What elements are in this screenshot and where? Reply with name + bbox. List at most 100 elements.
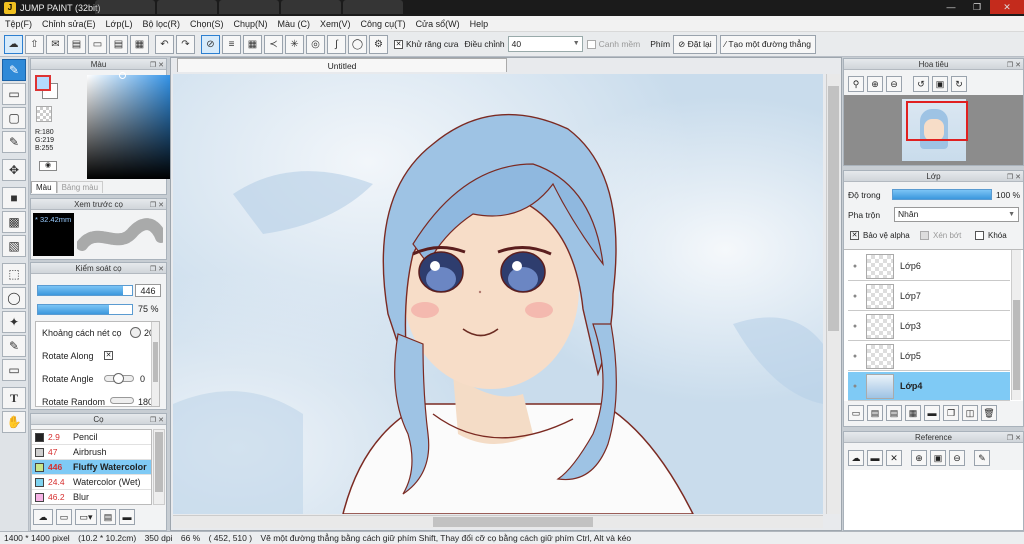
brush-download-icon[interactable]: ☁ — [33, 509, 53, 525]
brush-item-watercolor-wet[interactable]: 24.4 Watercolor (Wet) — [32, 475, 151, 490]
menu-select[interactable]: Chọn(S) — [185, 19, 229, 29]
gradient-tool-icon[interactable]: ▧ — [2, 235, 26, 257]
fill-shape-tool-icon[interactable]: ■ — [2, 187, 26, 209]
canvas-horizontal-scrollbar[interactable] — [173, 515, 823, 528]
close-button[interactable]: ✕ — [990, 0, 1024, 14]
protect-alpha-checkbox[interactable]: ✕ — [850, 231, 859, 240]
foreground-color-swatch[interactable] — [35, 75, 51, 91]
new-layer-icon[interactable]: ▭ — [848, 405, 864, 421]
blend-mode-select[interactable]: Nhân ▼ — [894, 207, 1019, 222]
panel-float-close-icon[interactable]: ❐ ✕ — [1007, 433, 1021, 444]
rotate-right-icon[interactable]: ↻ — [951, 76, 967, 92]
drawing-canvas[interactable] — [173, 74, 823, 514]
panel-float-close-icon[interactable]: ❐ ✕ — [150, 264, 164, 275]
line-tool-icon[interactable]: ✎ — [2, 131, 26, 153]
zoom-fit-icon[interactable]: ⚲ — [848, 76, 864, 92]
clip-checkbox[interactable] — [920, 231, 929, 240]
reference-open-icon[interactable]: ▬ — [867, 450, 883, 466]
menu-view[interactable]: Xem(V) — [315, 19, 356, 29]
eraser-tool-icon[interactable]: ▭ — [2, 83, 26, 105]
snap-ellipse-icon[interactable]: ◯ — [348, 34, 367, 54]
lock-checkbox[interactable] — [975, 231, 984, 240]
tab-color[interactable]: Màu — [31, 181, 57, 193]
opacity-slider[interactable] — [37, 304, 133, 315]
minimize-button[interactable]: — — [938, 0, 964, 14]
undo-icon[interactable]: ↶ — [155, 34, 174, 54]
size-input[interactable]: 446 — [135, 284, 161, 297]
reference-zoom-out-icon[interactable]: ⊖ — [949, 450, 965, 466]
navigator-viewport-frame[interactable] — [906, 101, 968, 141]
comment-icon[interactable]: ✉ — [46, 34, 65, 54]
snap-circle-icon[interactable]: ◎ — [306, 34, 325, 54]
layer-row[interactable]: ● Lớp6 — [848, 252, 1010, 281]
new-8bit-layer-icon[interactable]: ▤ — [886, 405, 902, 421]
snap-perspective-icon[interactable]: ≺ — [264, 34, 283, 54]
saturation-value-picker[interactable] — [87, 72, 179, 179]
snap-radial-icon[interactable]: ✳ — [285, 34, 304, 54]
visibility-icon[interactable]: ● — [848, 263, 862, 270]
brush-item-blur[interactable]: 46.2 Blur — [32, 490, 151, 504]
new-halftone-layer-icon[interactable]: ▤ — [867, 405, 883, 421]
new-1bit-layer-icon[interactable]: ▦ — [905, 405, 921, 421]
reference-fit-icon[interactable]: ▣ — [930, 450, 946, 466]
layer-row[interactable]: ● Lớp5 — [848, 342, 1010, 371]
select-eraser-tool-icon[interactable]: ▭ — [2, 359, 26, 381]
straight-line-button[interactable]: ∕ Tạo một đường thẳng — [719, 34, 816, 54]
rotate-random-slider[interactable] — [110, 397, 134, 404]
menu-window[interactable]: Cửa sổ(W) — [411, 19, 465, 29]
magic-wand-tool-icon[interactable]: ✦ — [2, 311, 26, 333]
brush-item-airbrush[interactable]: 47 Airbrush — [32, 445, 151, 460]
snap-grid-icon[interactable]: ▦ — [243, 34, 262, 54]
adjust-select[interactable]: 40 ▼ — [507, 36, 583, 52]
menu-color[interactable]: Màu (C) — [273, 19, 316, 29]
settings-scrollbar[interactable] — [151, 322, 159, 406]
export-icon[interactable]: ⇧ — [25, 34, 44, 54]
panel-float-close-icon[interactable]: ❐ ✕ — [1007, 60, 1021, 71]
page-icon[interactable]: ▤ — [109, 34, 128, 54]
text-tool-icon[interactable]: T — [2, 387, 26, 409]
brush-tool-icon[interactable]: ✎ — [2, 59, 26, 81]
lasso-tool-icon[interactable]: ◯ — [2, 287, 26, 309]
reference-cloud-icon[interactable]: ☁ — [848, 450, 864, 466]
merge-layer-icon[interactable]: ◫ — [962, 405, 978, 421]
move-tool-icon[interactable]: ✥ — [2, 159, 26, 181]
menu-filter[interactable]: Bộ lọc(R) — [137, 19, 185, 29]
navigator-view[interactable] — [844, 95, 1023, 165]
visibility-icon[interactable]: ● — [848, 293, 862, 300]
visibility-icon[interactable]: ● — [848, 323, 862, 330]
new-brush-icon[interactable]: ▭ — [56, 509, 72, 525]
layer-row-selected[interactable]: ● Lớp4 — [848, 372, 1010, 401]
rectangle-tool-icon[interactable]: ▢ — [2, 107, 26, 129]
zoom-out-icon[interactable]: ⊖ — [886, 76, 902, 92]
menu-tools[interactable]: Công cụ(T) — [356, 19, 411, 29]
layer-opacity-slider[interactable] — [892, 189, 992, 200]
reset-button[interactable]: ⊘ Đặt lại — [673, 34, 717, 54]
bucket-tool-icon[interactable]: ▩ — [2, 211, 26, 233]
visibility-icon[interactable]: ● — [848, 383, 862, 390]
smooth-checkbox[interactable] — [586, 39, 596, 49]
antialias-checkbox[interactable]: ✕ — [394, 39, 403, 49]
visibility-icon[interactable]: ● — [848, 353, 862, 360]
menu-file[interactable]: Tệp(F) — [0, 19, 37, 29]
eye-icon[interactable]: ◉ — [39, 161, 57, 171]
fit-window-icon[interactable]: ▣ — [932, 76, 948, 92]
reference-view[interactable] — [844, 470, 1023, 530]
panel-float-close-icon[interactable]: ❐ ✕ — [150, 60, 164, 71]
panel-float-close-icon[interactable]: ❐ ✕ — [150, 200, 164, 211]
menu-edit[interactable]: Chỉnh sửa(E) — [37, 19, 101, 29]
layer-list-scrollbar[interactable] — [1011, 250, 1021, 400]
layer-folder-icon[interactable]: ▬ — [924, 405, 940, 421]
cloud-icon[interactable]: ☁ — [4, 34, 23, 54]
message-icon[interactable]: ▤ — [67, 34, 86, 54]
document-tab[interactable]: Untitled — [177, 58, 507, 72]
rotate-left-icon[interactable]: ↺ — [913, 76, 929, 92]
menu-layer[interactable]: Lớp(L) — [101, 19, 138, 29]
reference-zoom-in-icon[interactable]: ⊕ — [911, 450, 927, 466]
select-rect-tool-icon[interactable]: ⬚ — [2, 263, 26, 285]
snap-parallel-icon[interactable]: ≡ — [222, 34, 241, 54]
sv-cursor[interactable] — [119, 72, 126, 79]
snap-curve-icon[interactable]: ∫ — [327, 34, 346, 54]
zoom-in-icon[interactable]: ⊕ — [867, 76, 883, 92]
vertical-scroll-thumb[interactable] — [828, 86, 839, 331]
panel-float-close-icon[interactable]: ❐ ✕ — [150, 415, 164, 426]
